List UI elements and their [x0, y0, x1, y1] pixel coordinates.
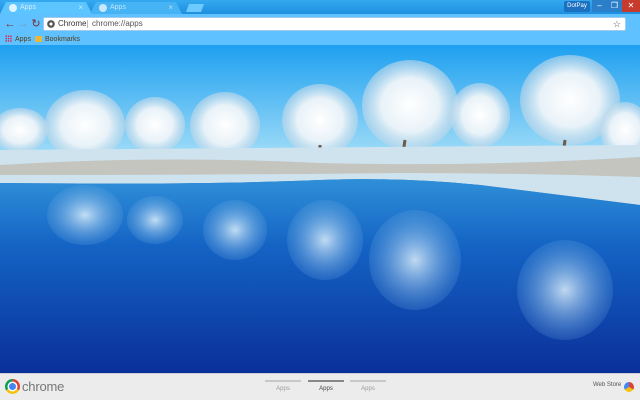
close-window-button[interactable]: ✕	[622, 0, 640, 12]
bookmark-star-icon[interactable]: ☆	[613, 18, 621, 30]
address-bar[interactable]: Chrome chrome://apps ☆	[43, 17, 626, 31]
title-bar: Apps × Apps × DotPay – ❐ ✕	[0, 0, 640, 14]
brand-name: chrome	[22, 379, 65, 394]
reload-button[interactable]: ↻	[30, 18, 42, 30]
page-indicator-bar	[265, 380, 301, 382]
theme-wallpaper	[0, 45, 640, 373]
web-store-link[interactable]: Web Store	[593, 382, 621, 388]
page-label: Apps	[276, 386, 290, 392]
profile-button[interactable]: DotPay	[564, 1, 590, 12]
apps-grid-icon	[5, 35, 12, 42]
tab-title: Apps	[20, 4, 36, 11]
apps-launcher-bar: chrome Apps Apps Apps Web Store	[0, 373, 640, 400]
new-tab-button[interactable]	[186, 4, 204, 12]
forward-button[interactable]: →	[17, 18, 29, 30]
bookmarks-bar: Apps Bookmarks	[0, 34, 640, 45]
tab-close-icon[interactable]: ×	[168, 2, 173, 14]
bookmark-apps-label: Apps	[15, 36, 31, 43]
web-store-icon[interactable]	[624, 382, 634, 392]
chrome-logo-icon	[5, 379, 20, 394]
page-indicator-bar	[350, 380, 386, 382]
back-button[interactable]: ←	[4, 18, 16, 30]
page-label: Apps	[319, 386, 333, 392]
page-label: Apps	[361, 386, 375, 392]
page-switcher-1[interactable]: Apps	[265, 380, 301, 392]
chrome-page-icon	[47, 20, 55, 28]
tab-close-icon[interactable]: ×	[78, 2, 83, 14]
tab-apps-active[interactable]: Apps ×	[0, 2, 92, 14]
site-chip: Chrome	[58, 19, 87, 28]
toolbar: ← → ↻ Chrome chrome://apps ☆	[0, 14, 640, 34]
page-indicator-bar	[308, 380, 344, 382]
page-switcher-3[interactable]: Apps	[350, 380, 386, 392]
tab-favicon-icon	[99, 4, 107, 12]
bookmark-apps[interactable]: Apps	[5, 34, 31, 45]
winter-lake-image	[0, 45, 640, 373]
page-switcher-2[interactable]: Apps	[308, 380, 344, 392]
bookmark-folder[interactable]: Bookmarks	[35, 34, 80, 45]
maximize-button[interactable]: ❐	[607, 0, 622, 12]
minimize-button[interactable]: –	[592, 0, 607, 12]
tab-apps-inactive[interactable]: Apps ×	[90, 2, 182, 14]
folder-icon	[35, 36, 42, 42]
tab-favicon-icon	[9, 4, 17, 12]
address-separator	[87, 20, 88, 28]
url-text[interactable]: chrome://apps	[92, 18, 143, 30]
tab-title: Apps	[110, 4, 126, 11]
bookmark-folder-label: Bookmarks	[45, 36, 81, 43]
